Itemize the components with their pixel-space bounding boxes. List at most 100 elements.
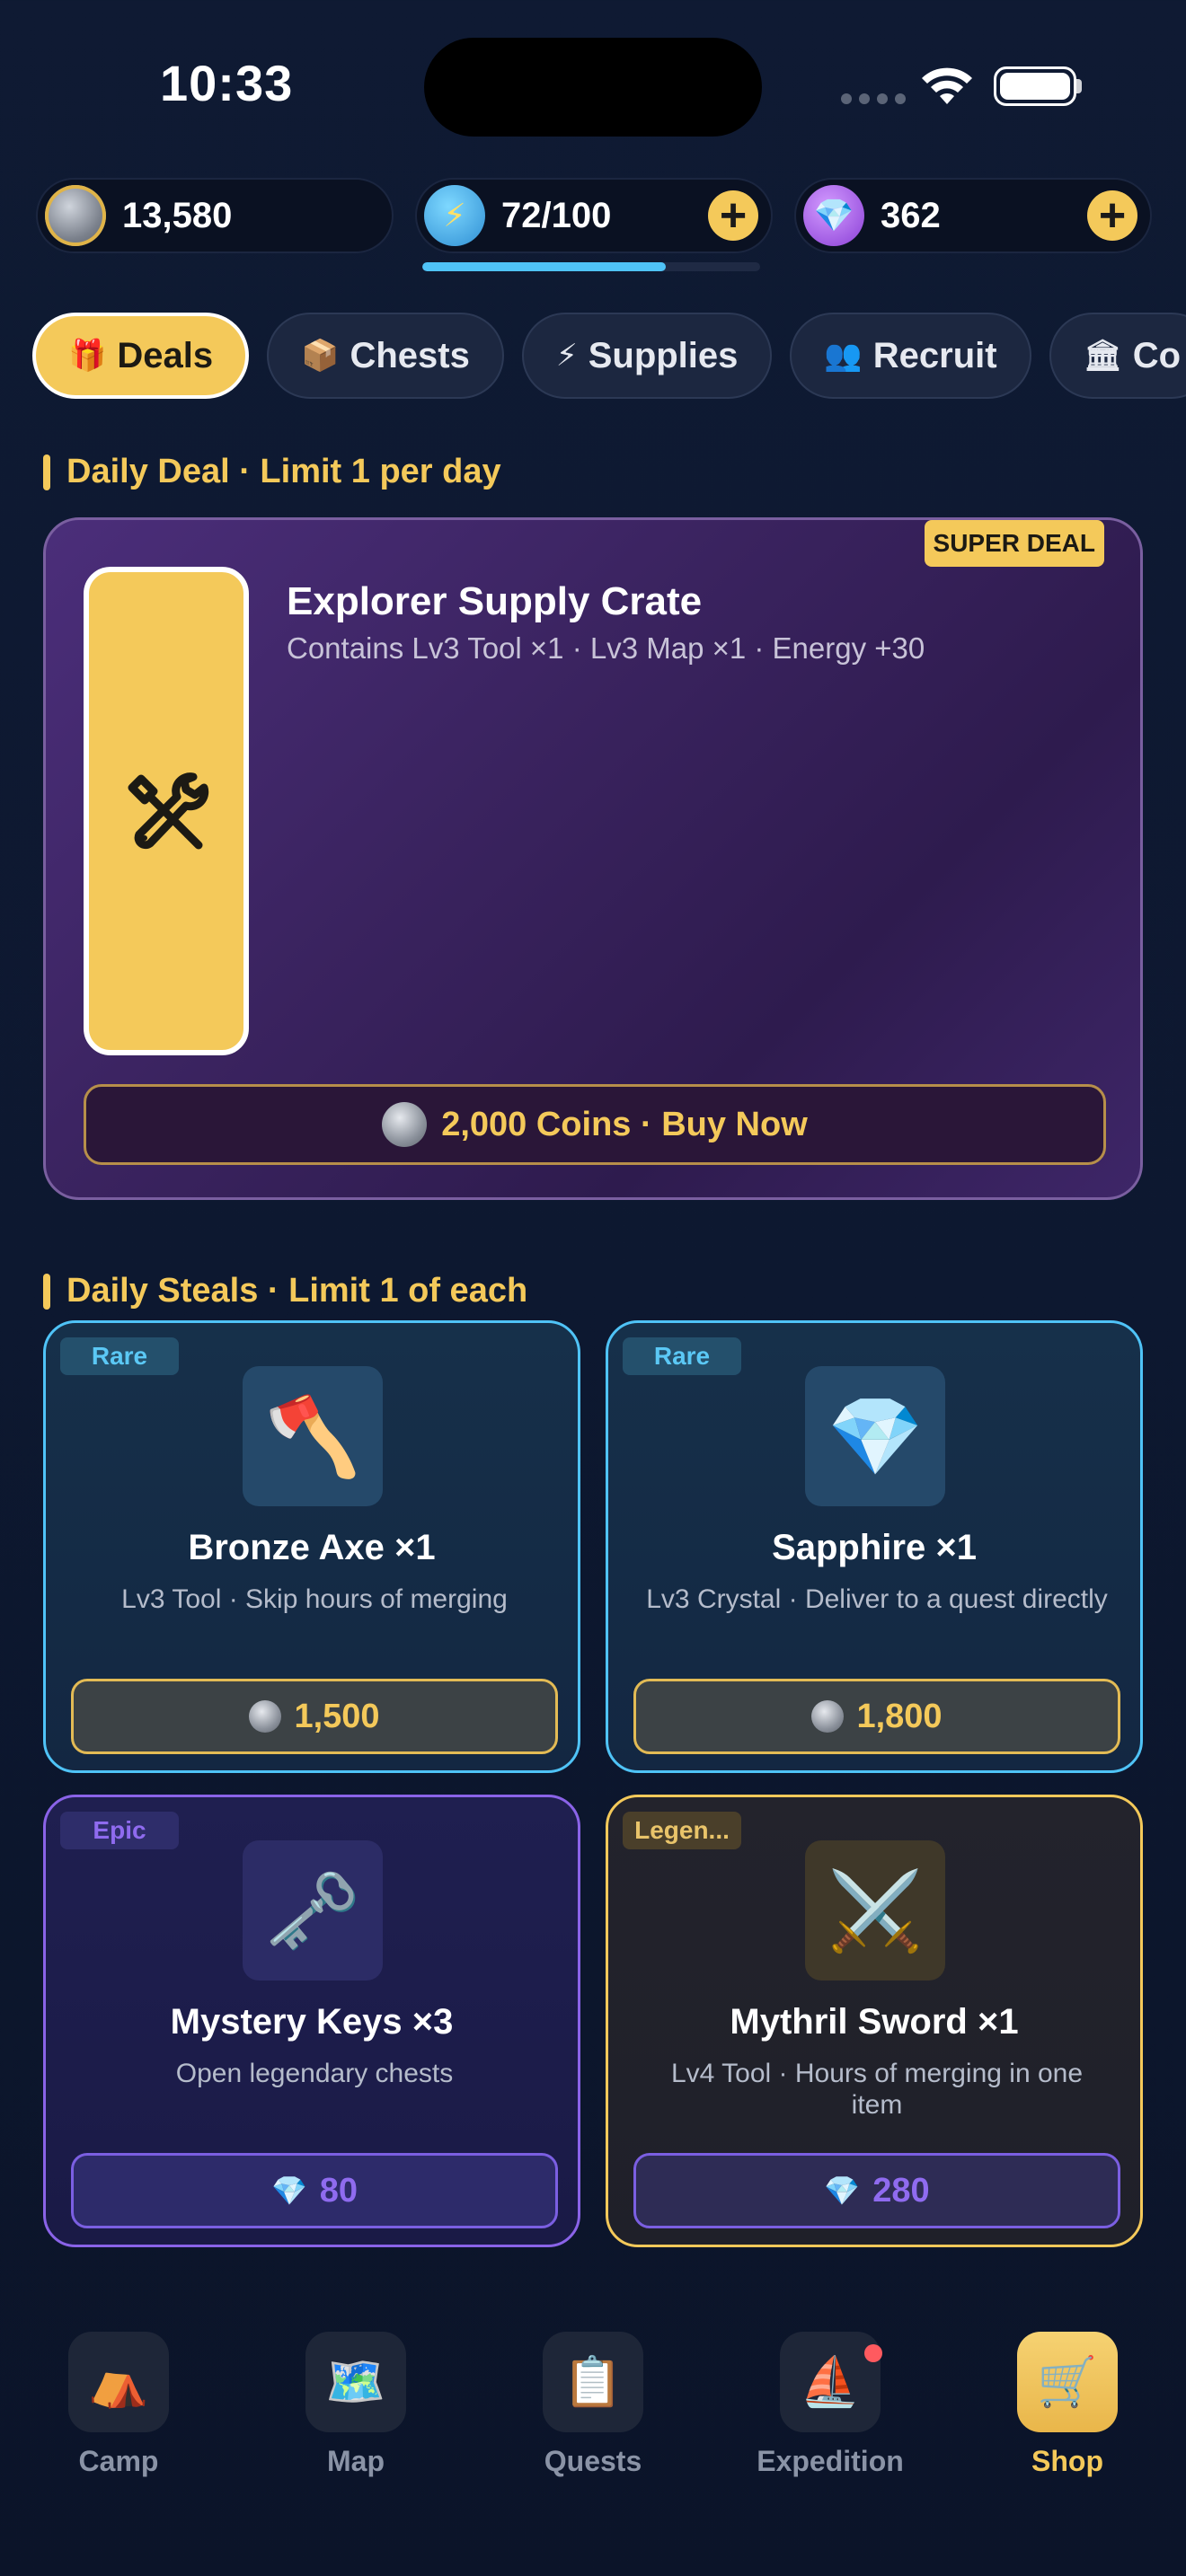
tab-label: Deals	[117, 335, 214, 375]
rarity-badge: Rare	[623, 1337, 741, 1375]
cellular-signal-icon	[841, 93, 906, 104]
gem-icon: 💎	[824, 2175, 861, 2207]
nav-map[interactable]: 🗺️ Map	[266, 2332, 446, 2478]
steal-card-bronze-axe[interactable]: Rare 🪓 Bronze Axe ×1 Lv3 Tool · Skip hou…	[43, 1320, 580, 1773]
item-description: Lv3 Tool · Skip hours of merging	[121, 1584, 508, 1614]
gift-icon: 🎁	[68, 339, 107, 373]
tab-supplies[interactable]: ⚡ Supplies	[521, 313, 773, 399]
tab-label: Co	[1132, 335, 1182, 375]
nav-expedition[interactable]: ⛵ Expedition	[740, 2332, 920, 2478]
tab-label: Recruit	[872, 335, 997, 375]
tab-deals[interactable]: 🎁 Deals	[32, 313, 250, 399]
energy-progress-bar	[422, 262, 760, 271]
buy-button[interactable]: 1,500	[71, 1679, 558, 1754]
item-name: Sapphire ×1	[772, 1528, 977, 1567]
tab-label: Supplies	[588, 335, 739, 375]
map-icon: 🗺️	[305, 2332, 406, 2432]
section-accent-bar	[43, 454, 50, 490]
price-label: 80	[319, 2171, 358, 2210]
buy-now-label: 2,000 Coins · Buy Now	[441, 1105, 808, 1143]
item-description: Lv3 Crystal · Deliver to a quest directl…	[646, 1584, 1108, 1614]
swords-icon: ⚔️	[805, 1840, 945, 1981]
cart-icon: 🛒	[1017, 2332, 1118, 2432]
gems-value: 362	[881, 195, 941, 235]
coin-icon	[382, 1102, 428, 1147]
status-time: 10:33	[160, 55, 294, 111]
gems-balance: 💎 362 +	[794, 178, 1152, 253]
building-icon: 🏛	[1083, 339, 1122, 373]
rarity-badge: Legen...	[623, 1812, 741, 1849]
nav-label: Expedition	[757, 2445, 904, 2477]
section-accent-bar	[43, 1273, 50, 1310]
people-icon: 👥	[824, 339, 863, 373]
battery-icon	[994, 66, 1076, 106]
coins-balance: 13,580	[36, 178, 394, 253]
energy-progress-fill	[422, 262, 666, 271]
buy-button[interactable]: 💎 80	[71, 2153, 558, 2228]
sailboat-glyph: ⛵	[800, 2354, 861, 2409]
section-title: Daily Steals · Limit 1 of each	[66, 1272, 528, 1310]
tent-icon: ⛺	[68, 2332, 169, 2432]
rarity-badge: Rare	[60, 1337, 179, 1375]
tab-label: Chests	[350, 335, 470, 375]
item-description: Lv4 Tool · Hours of merging in one item	[670, 2059, 1084, 2120]
nav-camp[interactable]: ⛺ Camp	[29, 2332, 208, 2478]
wifi-icon	[922, 67, 972, 104]
energy-value: 72/100	[501, 195, 612, 235]
nav-label: Camp	[78, 2445, 159, 2477]
nav-label: Shop	[1031, 2445, 1103, 2477]
tools-icon	[128, 772, 209, 850]
add-gems-button[interactable]: +	[1087, 190, 1137, 241]
rarity-badge: Epic	[60, 1812, 179, 1849]
add-energy-button[interactable]: +	[708, 190, 758, 241]
daily-deal-header: Daily Deal · Limit 1 per day	[43, 453, 501, 491]
tab-chests[interactable]: 📦 Chests	[267, 313, 504, 399]
price-label: 1,800	[856, 1697, 943, 1735]
gem-icon: 💎	[270, 2175, 307, 2207]
dynamic-island	[424, 38, 762, 137]
nav-label: Quests	[544, 2445, 642, 2477]
coin-icon	[45, 185, 106, 246]
item-name: Mythril Sword ×1	[730, 2002, 1019, 2042]
box-icon: 📦	[301, 339, 340, 373]
lightning-icon: ⚡	[424, 185, 485, 246]
battery-tip	[1076, 79, 1082, 93]
buy-button[interactable]: 1,800	[633, 1679, 1120, 1754]
item-description: Open legendary chests	[175, 2059, 454, 2088]
section-title: Daily Deal · Limit 1 per day	[66, 453, 501, 490]
tab-co[interactable]: 🏛 Co	[1049, 313, 1186, 399]
tab-recruit[interactable]: 👥 Recruit	[790, 313, 1031, 399]
nav-quests[interactable]: 📋 Quests	[503, 2332, 683, 2478]
steal-card-mythril-sword[interactable]: Legen... ⚔️ Mythril Sword ×1 Lv4 Tool · …	[606, 1795, 1143, 2247]
nav-label: Map	[327, 2445, 385, 2477]
deal-title: Explorer Supply Crate	[287, 579, 703, 623]
crate-image	[84, 567, 249, 1055]
super-deal-badge: SUPER DEAL	[924, 520, 1104, 567]
price-label: 280	[872, 2171, 930, 2210]
gem-icon: 💎	[803, 185, 864, 246]
axe-icon: 🪓	[243, 1366, 383, 1506]
item-name: Bronze Axe ×1	[188, 1528, 436, 1567]
steal-card-mystery-keys[interactable]: Epic 🗝️ Mystery Keys ×3 Open legendary c…	[43, 1795, 580, 2247]
daily-steals-header: Daily Steals · Limit 1 of each	[43, 1272, 527, 1310]
key-icon: 🗝️	[243, 1840, 383, 1981]
coin-icon	[811, 1700, 845, 1733]
lightning-icon: ⚡	[555, 339, 578, 373]
gem-icon: 💎	[805, 1366, 945, 1506]
clipboard-icon: 📋	[543, 2332, 643, 2432]
sailboat-icon: ⛵	[780, 2332, 882, 2432]
item-name: Mystery Keys ×3	[170, 2002, 454, 2042]
super-deal-card[interactable]: SUPER DEAL Explorer Supply Crate Contain…	[43, 517, 1143, 1200]
shop-tabs: 🎁 Deals 📦 Chests ⚡ Supplies 👥 Recruit 🏛 …	[32, 313, 1186, 399]
buy-button[interactable]: 💎 280	[633, 2153, 1120, 2228]
energy-balance: ⚡ 72/100 +	[415, 178, 773, 253]
deal-description: Contains Lv3 Tool ×1 · Lv3 Map ×1 · Ener…	[287, 631, 925, 665]
steal-card-sapphire[interactable]: Rare 💎 Sapphire ×1 Lv3 Crystal · Deliver…	[606, 1320, 1143, 1773]
coin-icon	[249, 1700, 282, 1733]
price-label: 1,500	[294, 1697, 380, 1735]
buy-now-button[interactable]: 2,000 Coins · Buy Now	[84, 1084, 1106, 1165]
nav-shop[interactable]: 🛒 Shop	[978, 2332, 1157, 2478]
coins-value: 13,580	[122, 195, 233, 235]
bottom-nav: ⛺ Camp 🗺️ Map 📋 Quests ⛵ Expedition 🛒 Sh…	[0, 2332, 1186, 2478]
notification-dot	[864, 2344, 882, 2362]
